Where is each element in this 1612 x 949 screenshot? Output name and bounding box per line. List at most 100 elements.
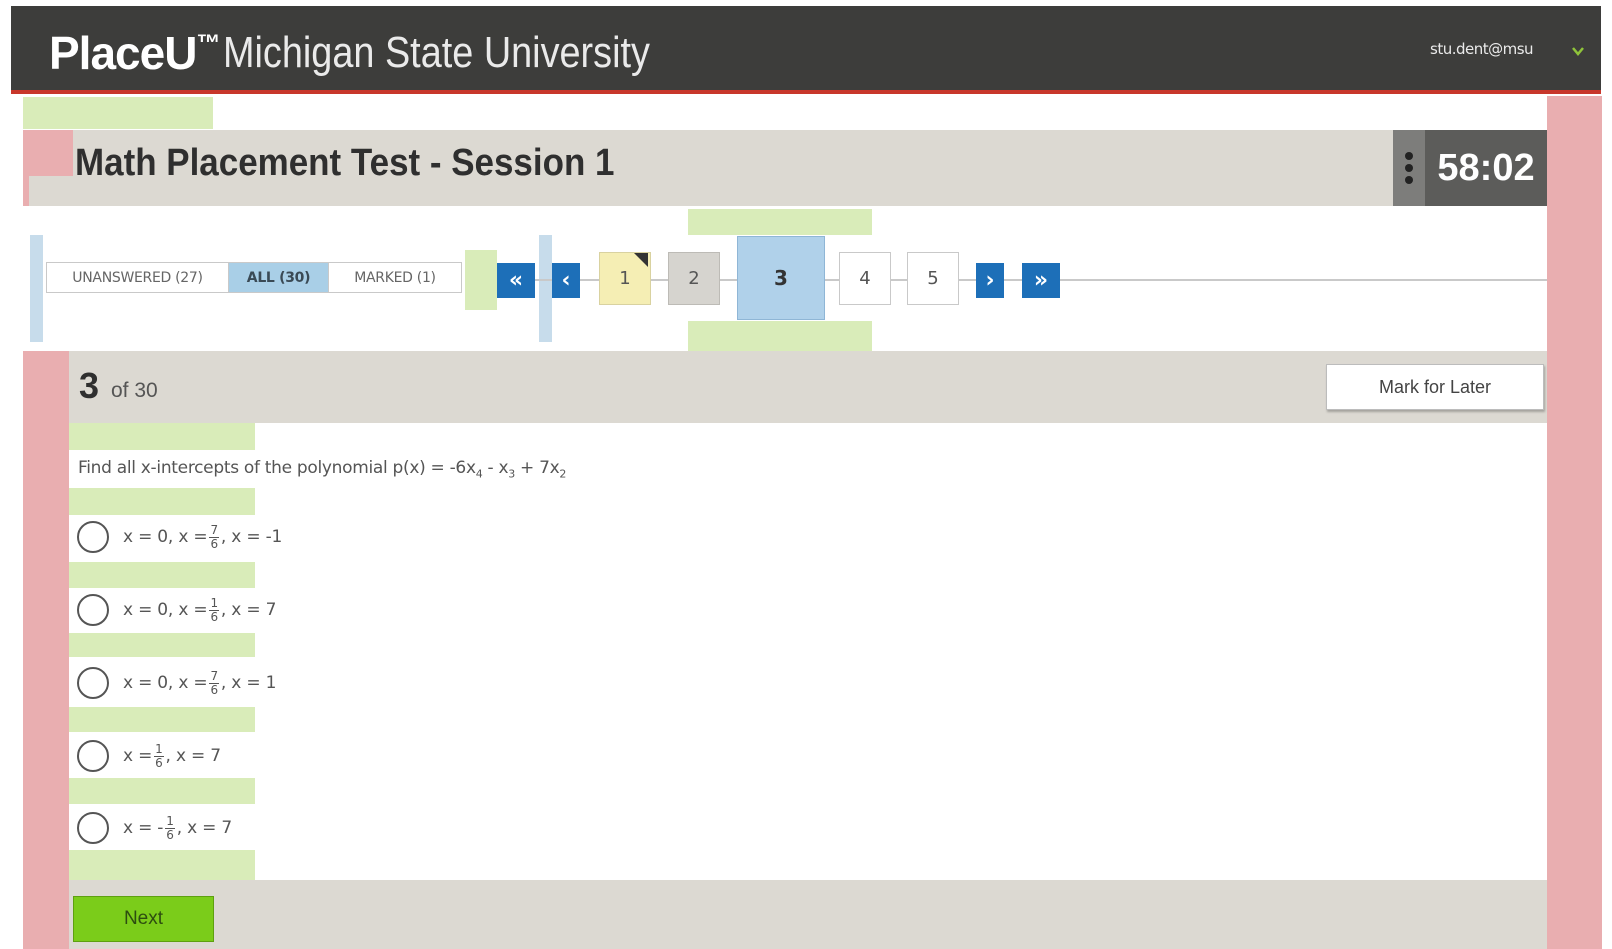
radio-button[interactable] [77,740,109,772]
question-footer [69,880,1547,949]
highlight-band [30,235,43,342]
last-question-button[interactable]: » [1022,263,1060,298]
choice-text: x = 0, x = 16 , x = 7 [123,595,277,624]
prompt-exponent: 2 [559,467,567,481]
choice-text-part: x = - [123,818,164,838]
trademark: ™ [196,30,220,57]
university-name: Michigan State University [223,28,650,77]
numerator: 1 [165,813,175,829]
fraction: 16 [209,595,219,624]
choice-text-part: x = 0, x = [123,600,208,620]
vertical-dots-icon [1405,152,1413,184]
brand-name: PlaceU [49,27,197,79]
denominator: 6 [155,755,163,770]
double-chevron-left-icon: « [508,268,524,293]
choice-text-part: x = [123,746,153,766]
page: PlaceU™ Michigan State University stu.de… [0,0,1612,949]
answer-choice-4[interactable]: x = 16 , x = 7 [77,736,221,776]
question-nav-label: 2 [688,268,700,289]
question-nav-5[interactable]: 5 [907,252,959,305]
mark-for-later-button[interactable]: Mark for Later [1326,364,1544,410]
prompt-text: - x [482,458,509,478]
choice-text-part: , x = 7 [165,746,222,766]
denominator: 6 [210,536,218,551]
numerator: 1 [209,595,219,611]
filter-unanswered[interactable]: UNANSWERED (27) [47,263,229,292]
question-nav-label: 1 [619,268,631,289]
fraction: 16 [165,813,175,842]
question-header: 3 of 30 Mark for Later [69,351,1547,423]
choice-text: x = 16 , x = 7 [123,741,222,770]
question-body [69,423,1547,880]
highlight-band [23,97,213,129]
answer-choice-3[interactable]: x = 0, x = 76 , x = 1 [77,663,276,703]
answer-choice-5[interactable]: x = - 16 , x = 7 [77,808,232,848]
radio-button[interactable] [77,594,109,626]
question-nav-label: 3 [774,266,788,290]
chevron-down-icon[interactable] [1571,44,1585,58]
choice-text-part: , x = 1 [220,673,277,693]
highlight-band [69,562,255,588]
numerator: 7 [209,668,219,684]
highlight-band [69,707,255,732]
question-nav-2[interactable]: 2 [668,252,720,305]
prompt-text: + 7x [514,458,560,478]
question-total: of 30 [111,379,158,402]
next-question-nav-button[interactable]: › [976,263,1004,298]
fraction: 76 [209,523,219,551]
numerator: 1 [154,741,164,757]
highlight-band [69,850,255,880]
question-nav-label: 5 [927,268,939,289]
question-filter-group: UNANSWERED (27) ALL (30) MARKED (1) [46,262,462,293]
choice-text-part: x = 0, x = [123,673,208,693]
choice-text-part: , x = 7 [220,600,277,620]
answer-choice-2[interactable]: x = 0, x = 16 , x = 7 [77,590,276,630]
question-nav-1[interactable]: 1 [599,252,651,305]
highlight-band [69,778,255,804]
filter-marked[interactable]: MARKED (1) [329,263,461,292]
denominator: 6 [210,609,218,624]
top-header: PlaceU™ Michigan State University stu.de… [11,6,1601,94]
brand-logo[interactable]: PlaceU™ [49,26,220,80]
marked-flag-icon [634,253,648,267]
more-menu-button[interactable] [1393,130,1425,206]
choice-text-part: x = 0, x = [123,527,208,547]
fraction: 76 [209,668,219,697]
right-margin-band [1547,96,1602,949]
choice-text-part: , x = 7 [176,818,233,838]
filter-all[interactable]: ALL (30) [229,263,329,292]
test-title-bar: Math Placement Test - Session 1 58:02 [29,130,1547,206]
chevron-right-icon: › [985,268,995,293]
highlight-band [688,321,872,351]
highlight-band [688,209,872,235]
chevron-left-icon: ‹ [561,268,571,293]
title-accent [29,130,73,176]
answer-choice-1[interactable]: x = 0, x = 76 , x = -1 [77,517,282,557]
fraction: 16 [154,741,164,770]
choice-text: x = 0, x = 76 , x = 1 [123,668,277,697]
question-nav-4[interactable]: 4 [839,252,891,305]
highlight-band [465,250,497,310]
next-button[interactable]: Next [73,896,214,942]
choice-text-part: , x = -1 [220,527,283,547]
question-nav-3-current[interactable]: 3 [737,236,825,320]
radio-button[interactable] [77,812,109,844]
first-question-button[interactable]: « [497,263,535,298]
highlight-band [539,235,552,342]
question-prompt: Find all x-intercepts of the polynomial … [78,458,566,480]
page-title: Math Placement Test - Session 1 [75,142,615,184]
highlight-band [69,633,255,657]
previous-question-button[interactable]: ‹ [552,263,580,298]
radio-button[interactable] [77,521,109,553]
double-chevron-right-icon: » [1033,268,1049,293]
highlight-band [69,423,255,450]
denominator: 6 [166,827,174,842]
question-number: 3 [79,365,100,406]
radio-button[interactable] [77,667,109,699]
choice-text: x = 0, x = 76 , x = -1 [123,523,283,551]
question-nav-label: 4 [859,268,871,289]
denominator: 6 [210,682,218,697]
highlight-band [69,488,255,515]
user-menu[interactable]: stu.dent@msu [1430,40,1534,58]
choice-text: x = - 16 , x = 7 [123,813,233,842]
